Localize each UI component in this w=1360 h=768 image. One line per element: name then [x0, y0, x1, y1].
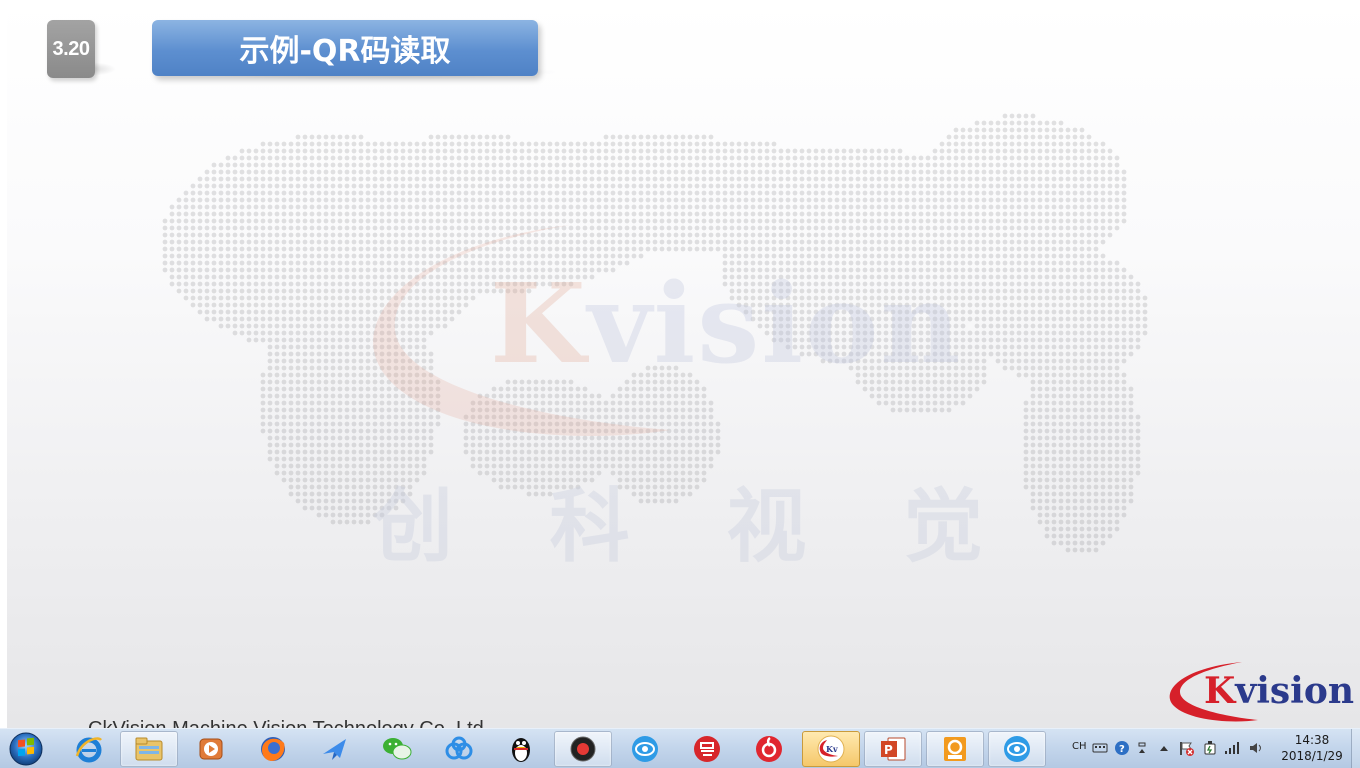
firefox-icon [261, 737, 285, 761]
power-icon[interactable] [1202, 740, 1218, 756]
slide-left-margin [0, 0, 7, 728]
taskbar-ckvision-app-2[interactable] [988, 731, 1046, 767]
windows-logo-icon [9, 732, 43, 766]
system-tray: CH ? 14:38 2018/1/29 [1068, 729, 1360, 768]
play-icon [199, 738, 223, 760]
keyboard-icon[interactable] [1092, 740, 1108, 756]
wechat-icon [383, 738, 412, 760]
watermark-char: 创 [373, 480, 453, 573]
taskbar-windows-explorer[interactable] [120, 731, 178, 767]
watermark-char: 觉 [902, 480, 983, 573]
action-center-flag-icon[interactable] [1178, 740, 1194, 756]
record-icon [570, 736, 596, 762]
watermark-brand-text: vision [587, 259, 963, 388]
language-indicator[interactable]: CH [1072, 741, 1087, 752]
cloud-icon [445, 736, 473, 760]
taskbar-netease-music[interactable] [740, 731, 798, 767]
show-hidden-icons-icon[interactable] [1156, 740, 1172, 756]
show-desktop-button[interactable] [1351, 729, 1360, 768]
clock[interactable]: 14:38 2018/1/29 [1276, 732, 1348, 764]
windows-taskbar: Kv P CH ? 14:38 2018/1/29 [0, 728, 1360, 768]
taskbar-ckvision-app-1[interactable] [616, 731, 674, 767]
folder-icon [135, 737, 163, 761]
penguin-icon [512, 738, 530, 762]
ck-eye-icon [632, 736, 658, 762]
watermark-chinese-text: 创 科 视 觉 [368, 462, 988, 578]
ime-options-icon[interactable] [1134, 740, 1150, 756]
ck-eye-icon [1004, 736, 1030, 762]
section-number-badge: 3.20 [47, 20, 95, 78]
footer-copyright: CkVision Machine Vision Technology Co.,L… [88, 718, 484, 728]
taskbar-qq[interactable] [492, 731, 550, 767]
help-icon[interactable]: ? [1114, 740, 1130, 756]
taskbar-baidu-netdisk[interactable] [430, 731, 488, 767]
taskbar-recorder[interactable] [554, 731, 612, 767]
music-icon [756, 736, 782, 762]
logo-brand-text: vision [1235, 670, 1355, 712]
taskbar-powerpoint[interactable]: P [864, 731, 922, 767]
slide-title: 示例-QR码读取 [152, 20, 538, 76]
taskbar-internet-explorer[interactable] [60, 731, 118, 767]
kvision-logo: Kvision [1160, 660, 1355, 726]
taskbar-media-player[interactable] [182, 731, 240, 767]
taskbar-kvision-app[interactable]: Kv [802, 731, 860, 767]
taskbar-feishu[interactable] [306, 731, 364, 767]
bird-icon [323, 739, 346, 760]
clock-time: 14:38 [1294, 733, 1330, 747]
taskbar-wechat[interactable] [368, 731, 426, 767]
taskbar-netease-app[interactable] [678, 731, 736, 767]
yi-icon [694, 736, 720, 762]
ie-icon [75, 737, 102, 763]
presentation-slide: Kvision 创 科 视 觉 3.20 示例-QR码读取 CkVision M… [0, 0, 1360, 728]
kvision-icon: Kv [817, 735, 845, 763]
taskbar-foxit-pdf[interactable] [926, 731, 984, 767]
watermark-char: 科 [549, 480, 630, 573]
logo-k-letter: K [1204, 670, 1236, 712]
start-button[interactable] [4, 730, 48, 768]
pdf-icon [944, 737, 966, 761]
powerpoint-icon: P [881, 737, 906, 761]
watermark-k-letter: K [490, 259, 588, 388]
volume-icon[interactable] [1248, 740, 1264, 756]
watermark-char: 视 [726, 480, 807, 573]
taskbar-firefox[interactable] [244, 731, 302, 767]
clock-date: 2018/1/29 [1281, 749, 1343, 763]
network-signal-icon[interactable] [1224, 740, 1240, 756]
kvision-watermark: Kvision [340, 215, 1020, 445]
